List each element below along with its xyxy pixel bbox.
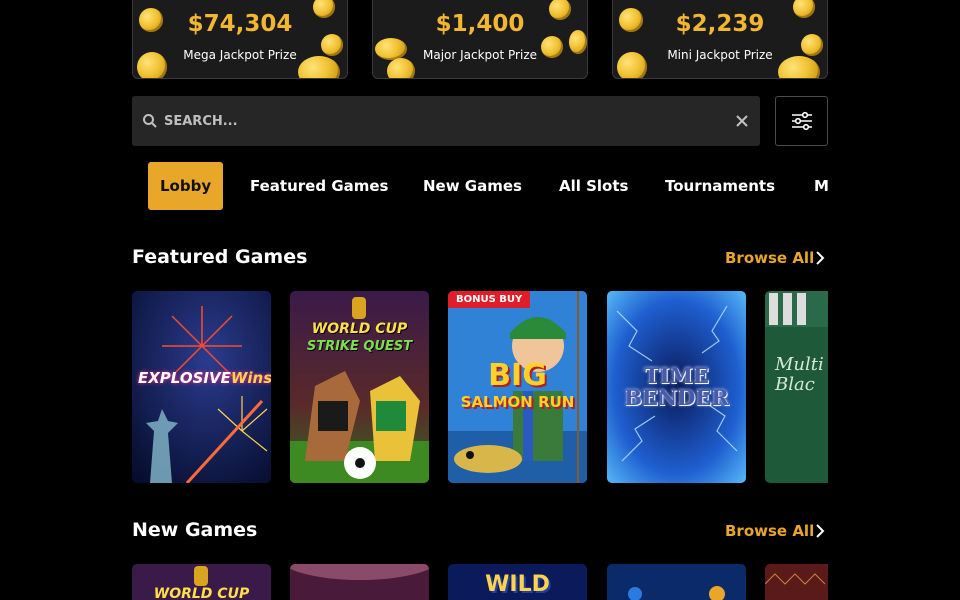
featured-games-title: Featured Games [132, 246, 308, 268]
mega-jackpot-card: $74,304 Mega Jackpot Prize [132, 0, 348, 79]
game-tile[interactable]: BONUS BUY BIG SALMON RUN [448, 291, 587, 483]
game-tile[interactable]: TIME BENDER [607, 291, 746, 483]
new-games-row: WORLD CUP WILD [132, 564, 828, 600]
featured-games-row: EXPLOSIVEWins WORLD CUP STRIKE QUEST BON… [132, 291, 828, 483]
game-title: WORLD CUP [153, 586, 250, 600]
game-title: Multi Blac [775, 355, 824, 395]
search-input[interactable] [164, 96, 724, 146]
tab-tournaments[interactable]: Tournaments [665, 162, 775, 210]
jackpot-label: Major Jackpot Prize [422, 48, 538, 62]
jackpot-label: Mega Jackpot Prize [183, 48, 297, 62]
close-icon[interactable] [734, 113, 750, 129]
category-tabs: Lobby Featured Games New Games All Slots… [132, 162, 828, 210]
game-title-part: Blac [775, 374, 815, 395]
game-tile[interactable]: Multi Blac [765, 291, 828, 483]
search-icon [143, 114, 157, 128]
tab-featured-games[interactable]: Featured Games [250, 162, 388, 210]
jackpot-banner: $74,304 Mega Jackpot Prize $1,400 Major … [132, 0, 828, 80]
game-title-part: SALMON RUN [460, 393, 575, 411]
tab-new-games[interactable]: New Games [423, 162, 522, 210]
game-title-part: Wins [230, 369, 271, 387]
jackpot-amount: $2,239 [675, 11, 765, 37]
new-games-title: New Games [132, 519, 258, 541]
game-tile[interactable] [607, 564, 746, 600]
game-title-part: WORLD CUP [311, 321, 408, 337]
game-title: TIME BENDER [607, 365, 746, 409]
filter-button[interactable] [775, 96, 828, 146]
jackpot-label: Mini Jackpot Prize [667, 48, 773, 62]
game-tile[interactable]: WILD [448, 564, 587, 600]
tab-more[interactable]: M [814, 162, 828, 210]
game-title: BIG SALMON RUN [448, 358, 587, 415]
new-browse-all-link[interactable]: Browse All [725, 522, 814, 540]
tab-all-slots[interactable]: All Slots [559, 162, 628, 210]
jackpot-amount: $1,400 [435, 11, 525, 37]
game-title: EXPLOSIVEWins [138, 369, 271, 387]
game-title-part: BENDER [624, 385, 729, 410]
featured-browse-all-link[interactable]: Browse All [725, 249, 814, 267]
game-tile[interactable]: EXPLOSIVEWins [132, 291, 271, 483]
chevron-right-icon[interactable] [815, 251, 825, 265]
game-tile[interactable] [765, 564, 828, 600]
game-tile[interactable] [290, 564, 429, 600]
game-title: WORLD CUP STRIKE QUEST [290, 321, 429, 355]
sliders-icon [791, 111, 812, 131]
mini-jackpot-card: $2,239 Mini Jackpot Prize [612, 0, 828, 79]
game-title: WILD [485, 572, 550, 597]
game-title-part: EXPLOSIVE [138, 369, 231, 387]
bonus-buy-badge: BONUS BUY [448, 291, 531, 308]
chevron-right-icon[interactable] [815, 524, 825, 538]
major-jackpot-card: $1,400 Major Jackpot Prize [372, 0, 588, 79]
game-tile[interactable]: WORLD CUP [132, 564, 271, 600]
game-title-part: STRIKE QUEST [306, 339, 413, 354]
tab-lobby[interactable]: Lobby [148, 162, 224, 210]
game-title-part: TIME [644, 363, 709, 388]
game-tile[interactable]: WORLD CUP STRIKE QUEST [290, 291, 429, 483]
jackpot-amount: $74,304 [187, 11, 293, 37]
game-title-part: Multi [775, 354, 824, 375]
search-bar [132, 96, 760, 146]
game-title-part: BIG [488, 358, 547, 393]
